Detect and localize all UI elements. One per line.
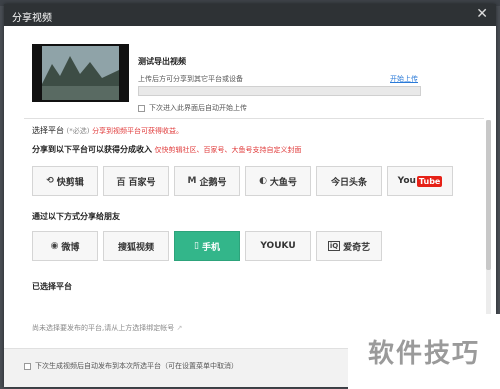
revenue-section-heading: 分享到以下平台可以获得分成收入 仅快剪辑社区、百家号、大鱼号支持自定义封面 xyxy=(32,144,302,155)
platform-label: 百家号 xyxy=(128,177,156,188)
platform-label: 快剪辑 xyxy=(56,177,84,188)
selected-section-label: 已选择平台 xyxy=(32,282,72,291)
platform-youtube-button[interactable]: You Tube xyxy=(387,166,453,196)
platform-youku-button[interactable]: YOUKU xyxy=(245,231,311,261)
upload-description: 上传后方可分享到其它平台或设备 xyxy=(138,75,243,83)
kuaijianji-icon: ⟲ xyxy=(46,176,54,186)
platform-weibo-button[interactable]: ◉ 微博 xyxy=(32,231,98,261)
revenue-section-label: 分享到以下平台可以获得分成收入 xyxy=(32,145,152,154)
divider xyxy=(24,118,484,119)
platform-qiehao-button[interactable]: M 企鹅号 xyxy=(174,166,240,196)
auto-upload-checkbox[interactable] xyxy=(138,104,145,112)
platform-label: 搜狐视频 xyxy=(117,242,154,253)
platform-section-heading: 选择平台 (*必选) 分享到视频平台可获得收益。 xyxy=(32,125,183,136)
iqiyi-icon: iQ xyxy=(327,241,341,251)
qiehao-icon: M xyxy=(187,176,197,186)
platform-baijiahao-button[interactable]: 百 百家号 xyxy=(103,166,169,196)
weibo-icon: ◉ xyxy=(50,241,59,251)
video-thumbnail xyxy=(32,44,129,102)
no-platform-hint: 尚未选择要发布的平台,请从上方选择绑定帐号 ↗ xyxy=(32,323,182,333)
dialog-titlebar: 分享视频 ✕ xyxy=(4,4,496,26)
platform-label: YOUKU xyxy=(260,241,296,251)
phone-icon: ▯ xyxy=(194,241,199,251)
youtube-logo: You Tube xyxy=(397,175,443,187)
upload-progress-bar xyxy=(138,86,421,96)
platform-label: 爱奇艺 xyxy=(343,242,371,253)
arrow-icon: ↗ xyxy=(176,324,183,332)
platform-toutiao-button[interactable]: 今日头条 xyxy=(316,166,382,196)
dialog-title: 分享视频 xyxy=(12,13,52,24)
custom-cover-note: 仅快剪辑社区、百家号、大鱼号支持自定义封面 xyxy=(154,146,302,154)
baijiahao-icon: 百 xyxy=(116,177,126,188)
platform-phone-button[interactable]: ▯ 手机 xyxy=(174,231,240,261)
start-upload-link[interactable]: 开始上传 xyxy=(390,74,418,84)
platform-label: 手机 xyxy=(201,242,220,253)
landscape-thumbnail-icon xyxy=(32,44,129,102)
youtube-logo-you: You xyxy=(397,176,416,186)
auto-publish-option[interactable]: 下次生成视频后自动发布到本次所选平台（可在设置菜单中取消） xyxy=(24,361,238,371)
auto-upload-label: 下次进入此界面后自动开始上传 xyxy=(149,104,247,112)
platform-section-label: 选择平台 xyxy=(32,126,64,135)
scrollbar-thumb[interactable] xyxy=(486,120,491,270)
platform-kuaijianji-button[interactable]: ⟲ 快剪辑 xyxy=(32,166,98,196)
dayuhao-icon: ◐ xyxy=(259,176,267,186)
platform-label: 大鱼号 xyxy=(269,177,297,188)
required-marker: (*必选) xyxy=(66,127,90,135)
video-title: 测试导出视频 xyxy=(138,57,186,66)
youtube-logo-tube: Tube xyxy=(416,175,443,187)
revenue-note: 分享到视频平台可获得收益。 xyxy=(92,127,184,135)
friends-section-label: 通过以下方式分享给朋友 xyxy=(32,212,120,221)
auto-publish-label: 下次生成视频后自动发布到本次所选平台（可在设置菜单中取消） xyxy=(35,362,238,370)
platform-sohu-button[interactable]: 搜狐视频 xyxy=(103,231,169,261)
platform-dayuhao-button[interactable]: ◐ 大鱼号 xyxy=(245,166,311,196)
auto-publish-checkbox[interactable] xyxy=(24,362,31,370)
close-icon[interactable]: ✕ xyxy=(476,6,488,22)
watermark: 软件技巧 xyxy=(348,314,500,389)
platform-label: 企鹅号 xyxy=(199,177,227,188)
platform-iqiyi-button[interactable]: iQ 爱奇艺 xyxy=(316,231,382,261)
platform-label: 今日头条 xyxy=(330,177,367,188)
no-platform-hint-text: 尚未选择要发布的平台,请从上方选择绑定帐号 xyxy=(32,324,175,332)
platform-label: 微博 xyxy=(61,242,80,253)
auto-upload-option[interactable]: 下次进入此界面后自动开始上传 xyxy=(138,103,247,113)
